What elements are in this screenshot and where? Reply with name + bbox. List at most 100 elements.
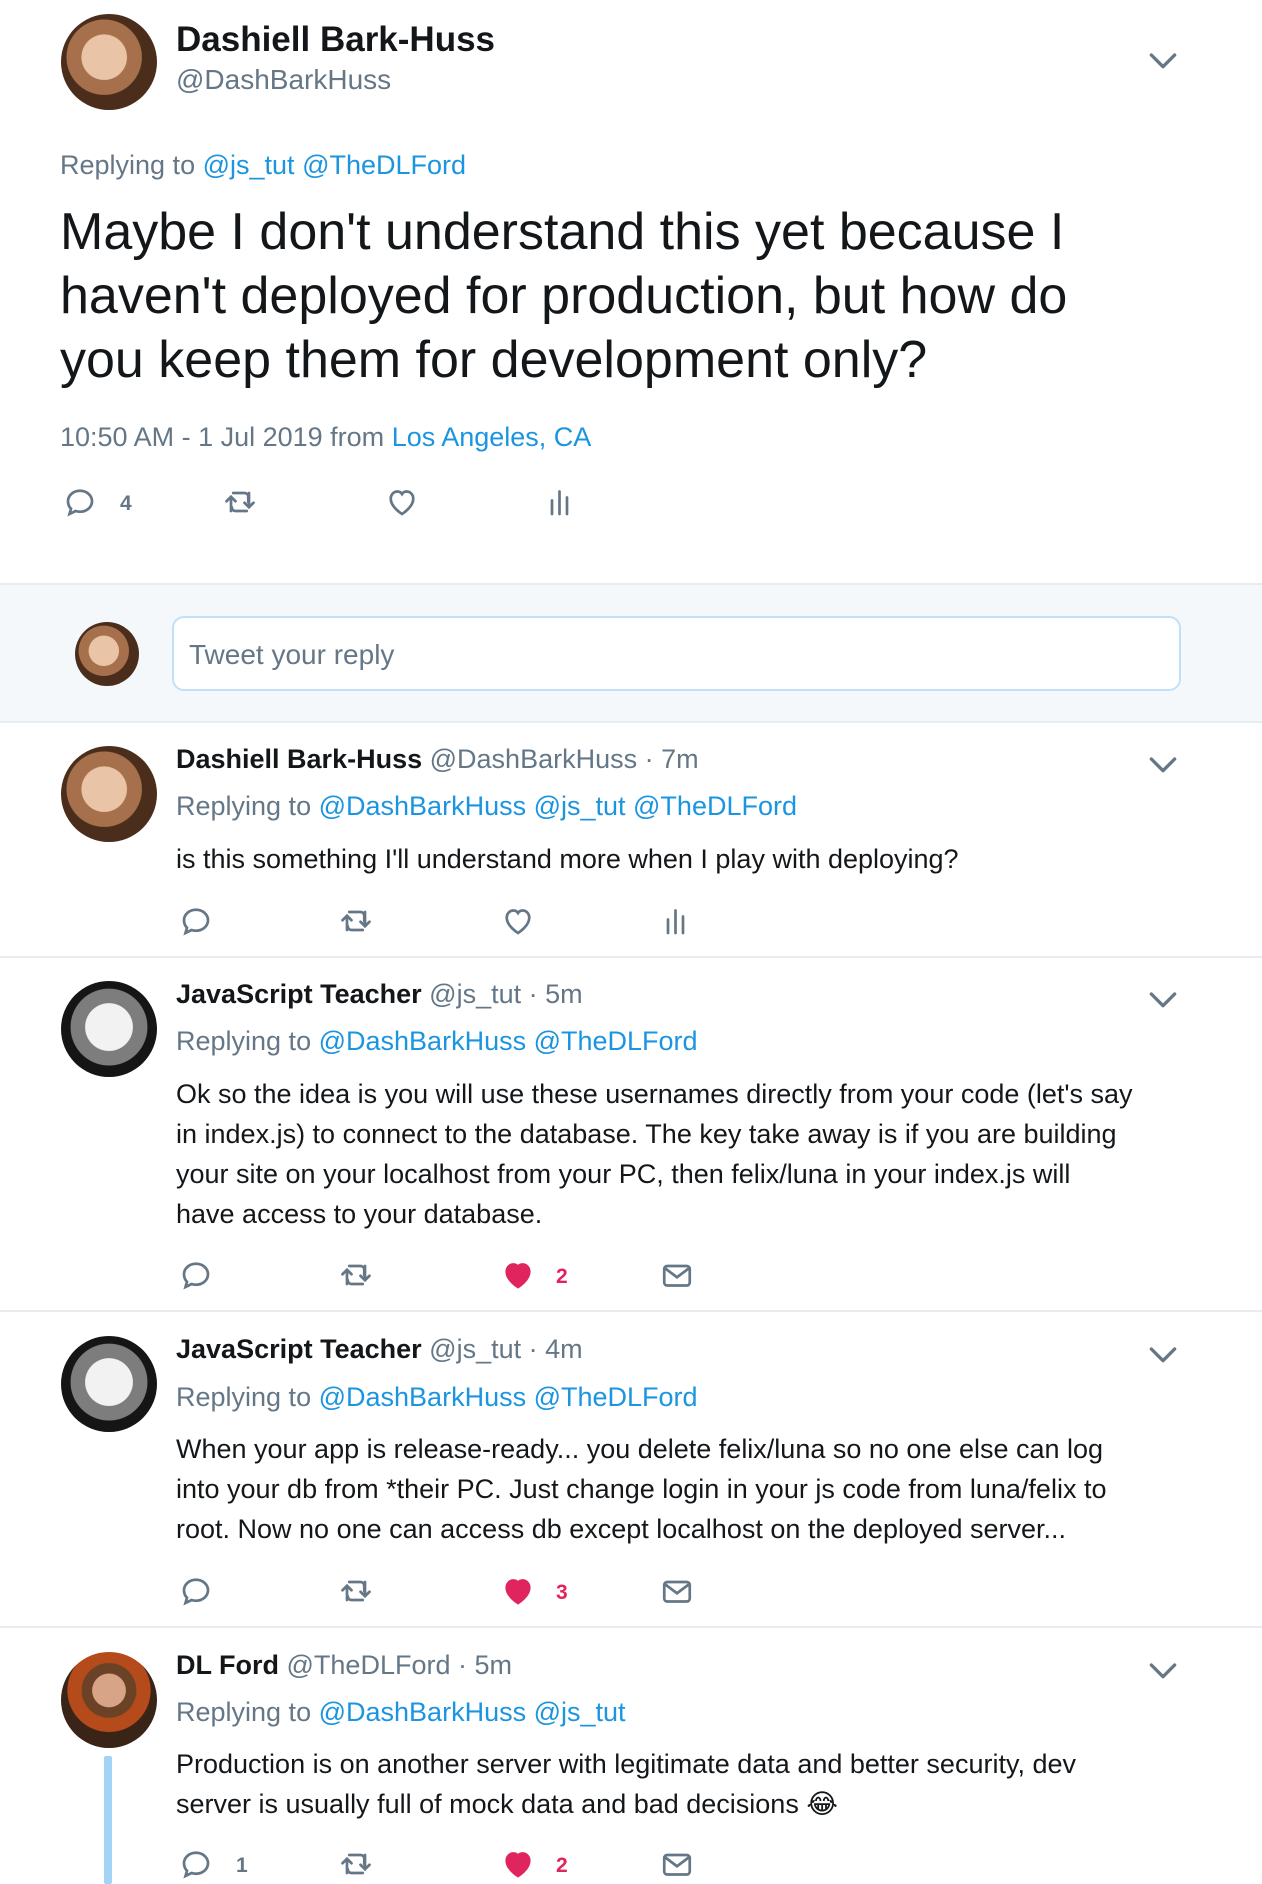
replying-prefix: Replying to: [176, 1697, 312, 1727]
reply-text: Production is on another server with leg…: [176, 1744, 1076, 1824]
reply-author-name[interactable]: DL Ford: [176, 1650, 279, 1680]
reply-text: is this something I'll understand more w…: [176, 839, 959, 879]
reply-icon: [178, 903, 214, 939]
reply-text-line: is this something I'll understand more w…: [176, 844, 959, 874]
reply-text-line: root. Now no one can access db except lo…: [176, 1514, 1067, 1544]
reply-header: Dashiell Bark-Huss @DashBarkHuss · 7m: [176, 744, 699, 775]
reply-icon: [62, 484, 98, 520]
mention-links[interactable]: @DashBarkHuss @TheDLFord: [319, 1026, 698, 1056]
reply-button[interactable]: 4: [62, 484, 142, 524]
replying-prefix: Replying to: [176, 1026, 312, 1056]
tweet-text-line: you keep them for development only?: [60, 331, 928, 389]
direct-message-button[interactable]: [659, 1257, 699, 1297]
heart-icon: [500, 1257, 536, 1293]
reply-avatar[interactable]: [61, 1336, 157, 1432]
divider: [0, 1626, 1262, 1628]
reply-meta[interactable]: @js_tut · 5m: [429, 979, 582, 1009]
replying-to: Replying to @DashBarkHuss @TheDLFord: [176, 1026, 698, 1057]
direct-message-button[interactable]: [659, 1846, 699, 1884]
reply-button[interactable]: [178, 903, 218, 943]
replying-prefix: Replying to: [176, 1382, 312, 1412]
reply-text-line: into your db from *their PC. Just change…: [176, 1474, 1107, 1504]
author-handle[interactable]: @DashBarkHuss: [176, 64, 391, 96]
chevron-down-icon[interactable]: [1143, 1650, 1183, 1690]
like-button[interactable]: 2: [500, 1257, 580, 1297]
tweet-text-line: Maybe I don't understand this yet becaus…: [60, 203, 1065, 261]
reply-input[interactable]: Tweet your reply: [172, 616, 1181, 691]
mention-links[interactable]: @DashBarkHuss @TheDLFord: [319, 1382, 698, 1412]
direct-message-button[interactable]: [659, 1573, 699, 1613]
chevron-down-icon[interactable]: [1143, 1334, 1183, 1374]
reply-button[interactable]: 1: [178, 1846, 258, 1884]
like-button[interactable]: 2: [500, 1846, 580, 1884]
like-count: 2: [556, 1265, 568, 1288]
retweet-icon: [338, 1846, 374, 1882]
reply-author-name[interactable]: Dashiell Bark-Huss: [176, 744, 422, 774]
reply-text-line: When your app is release-ready... you de…: [176, 1434, 1104, 1464]
reply-meta[interactable]: @DashBarkHuss · 7m: [430, 744, 699, 774]
reply-avatar[interactable]: [61, 746, 157, 842]
replying-prefix: Replying to: [176, 791, 312, 821]
analytics-button[interactable]: [659, 903, 699, 943]
heart-icon: [500, 1846, 536, 1882]
envelope-icon: [659, 1257, 695, 1293]
tweet-timestamp: 10:50 AM - 1 Jul 2019 from Los Angeles, …: [60, 422, 591, 453]
reply-header: DL Ford @TheDLFord · 5m: [176, 1650, 512, 1681]
reply-header: JavaScript Teacher @js_tut · 4m: [176, 1334, 583, 1365]
replying-to: Replying to @DashBarkHuss @js_tut @TheDL…: [176, 791, 797, 822]
author-name[interactable]: Dashiell Bark-Huss: [176, 20, 495, 60]
mention-link[interactable]: @TheDLFord: [302, 150, 466, 180]
replying-to: Replying to @DashBarkHuss @js_tut: [176, 1697, 626, 1728]
retweet-button[interactable]: [338, 1257, 378, 1297]
like-button[interactable]: [384, 484, 424, 524]
tweet-text-line: haven't deployed for production, but how…: [60, 267, 1068, 325]
reply-button[interactable]: [178, 1257, 218, 1297]
mention-links[interactable]: @DashBarkHuss @js_tut @TheDLFord: [319, 791, 797, 821]
composer-avatar: [75, 622, 139, 686]
author-avatar[interactable]: [61, 14, 157, 110]
retweet-button[interactable]: [338, 1573, 378, 1613]
reply-author-name[interactable]: JavaScript Teacher: [176, 1334, 422, 1364]
reply-count: 4: [120, 492, 132, 515]
reply-meta[interactable]: @js_tut · 4m: [429, 1334, 582, 1364]
reply-avatar[interactable]: [61, 1652, 157, 1748]
reply-text-line: have access to your database.: [176, 1199, 543, 1229]
reply-text-line: in index.js) to connect to the database.…: [176, 1119, 1117, 1149]
heart-icon: [500, 903, 536, 939]
mention-link[interactable]: @js_tut: [203, 150, 295, 180]
like-button[interactable]: 3: [500, 1573, 580, 1613]
reply-icon: [178, 1573, 214, 1609]
reply-text-line: your site on your localhost from your PC…: [176, 1159, 1071, 1189]
retweet-icon: [338, 1257, 374, 1293]
envelope-icon: [659, 1846, 695, 1882]
location-link[interactable]: Los Angeles, CA: [392, 422, 592, 452]
heart-icon: [384, 484, 420, 520]
reply-text: Ok so the idea is you will use these use…: [176, 1074, 1133, 1234]
retweet-icon: [338, 1573, 374, 1609]
reply-meta[interactable]: @TheDLFord · 5m: [287, 1650, 512, 1680]
like-count: 2: [556, 1854, 568, 1877]
reply-count: 1: [236, 1854, 248, 1877]
reply-author-name[interactable]: JavaScript Teacher: [176, 979, 422, 1009]
chevron-down-icon[interactable]: [1143, 40, 1183, 80]
like-button[interactable]: [500, 903, 540, 943]
chevron-down-icon[interactable]: [1143, 744, 1183, 784]
reply-header: JavaScript Teacher @js_tut · 5m: [176, 979, 583, 1010]
reply-avatar[interactable]: [61, 981, 157, 1077]
divider: [0, 956, 1262, 958]
chevron-down-icon[interactable]: [1143, 979, 1183, 1019]
replying-to: Replying to @DashBarkHuss @TheDLFord: [176, 1382, 698, 1413]
analytics-button[interactable]: [543, 484, 583, 524]
mention-links[interactable]: @DashBarkHuss @js_tut: [319, 1697, 626, 1727]
retweet-button[interactable]: [222, 484, 262, 524]
thread-line: [104, 1756, 112, 1884]
like-count: 3: [556, 1581, 568, 1604]
timestamp-text[interactable]: 10:50 AM - 1 Jul 2019 from: [60, 422, 384, 452]
replying-to: Replying to @js_tut @TheDLFord: [60, 150, 466, 181]
reply-composer: Tweet your reply: [0, 583, 1262, 723]
reply-text-line: server is usually full of mock data and …: [176, 1789, 838, 1819]
reply-button[interactable]: [178, 1573, 218, 1613]
retweet-button[interactable]: [338, 903, 378, 943]
divider: [0, 1310, 1262, 1312]
retweet-button[interactable]: [338, 1846, 378, 1884]
